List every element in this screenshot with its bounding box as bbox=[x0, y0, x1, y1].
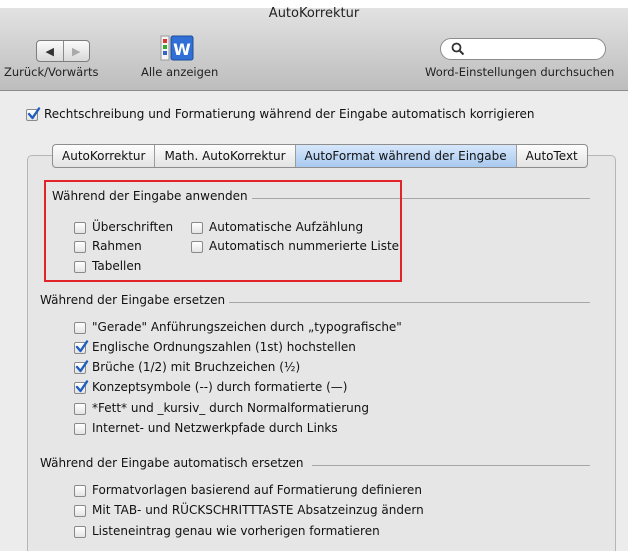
option-ordnungszahlen[interactable]: Englische Ordnungszahlen (1st) hochstell… bbox=[74, 339, 356, 354]
tab-autokorrektur[interactable]: AutoKorrektur bbox=[53, 145, 156, 167]
option-tab-einzug[interactable]: Mit TAB- und RÜCKSCHRITTTASTE Absatzeinz… bbox=[74, 503, 424, 517]
show-all-label[interactable]: Alle anzeigen bbox=[141, 65, 218, 79]
option-konzeptsymbole[interactable]: Konzeptsymbole (--) durch formatierte (—… bbox=[74, 379, 348, 394]
option-anfuehrungszeichen[interactable]: "Gerade" Anführungszeichen durch „typogr… bbox=[74, 320, 402, 334]
section-divider bbox=[229, 302, 590, 303]
checkbox[interactable] bbox=[74, 321, 86, 334]
preferences-window: AutoKorrektur ◀ ▶ Zurück/Vorwärts W Alle… bbox=[0, 0, 628, 551]
checkbox[interactable] bbox=[74, 402, 86, 415]
option-label: Internet- und Netzwerkpfade durch Links bbox=[92, 421, 338, 435]
section-divider bbox=[312, 465, 590, 466]
checkmark-icon bbox=[75, 379, 89, 392]
tab-math-autokorrektur[interactable]: Math. AutoKorrektur bbox=[155, 145, 296, 167]
checkbox[interactable] bbox=[74, 379, 89, 394]
back-forward-control[interactable]: ◀ ▶ bbox=[36, 40, 90, 62]
back-button[interactable]: ◀ bbox=[37, 41, 63, 61]
back-forward-label: Zurück/Vorwärts bbox=[4, 65, 99, 79]
forward-button[interactable]: ▶ bbox=[62, 41, 90, 61]
option-fett-kursiv[interactable]: *Fett* und _kursiv_ durch Normalformatie… bbox=[74, 401, 369, 415]
checkmark-icon bbox=[75, 339, 89, 352]
window-title: AutoKorrektur bbox=[268, 6, 360, 21]
option-label: Formatvorlagen basierend auf Formatierun… bbox=[92, 483, 422, 497]
option-label: "Gerade" Anführungszeichen durch „typogr… bbox=[92, 320, 402, 334]
option-label: Mit TAB- und RÜCKSCHRITTTASTE Absatzeinz… bbox=[92, 503, 424, 517]
search-icon bbox=[451, 42, 465, 56]
section-title-replace: Während der Eingabe ersetzen bbox=[40, 293, 226, 307]
title-toolbar: AutoKorrektur ◀ ▶ Zurück/Vorwärts W Alle… bbox=[0, 0, 628, 91]
search-label: Word-Einstellungen durchsuchen bbox=[425, 65, 615, 79]
option-internet-pfade[interactable]: Internet- und Netzwerkpfade durch Links bbox=[74, 421, 338, 435]
option-label: Englische Ordnungszahlen (1st) hochstell… bbox=[92, 340, 356, 354]
chevron-right-icon: ▶ bbox=[72, 44, 81, 58]
word-show-all-icon[interactable]: W bbox=[160, 34, 194, 62]
option-label: *Fett* und _kursiv_ durch Normalformatie… bbox=[92, 401, 369, 415]
search-input[interactable] bbox=[440, 38, 606, 60]
checkmark-icon bbox=[75, 359, 89, 372]
section-title-auto: Während der Eingabe automatisch ersetzen bbox=[40, 456, 304, 470]
checkbox[interactable] bbox=[74, 422, 86, 435]
svg-text:W: W bbox=[173, 40, 191, 59]
main-autocorrect-checkbox[interactable] bbox=[26, 106, 41, 121]
option-brueche[interactable]: Brüche (1/2) mit Bruchzeichen (½) bbox=[74, 359, 301, 374]
tab-autotext[interactable]: AutoText bbox=[517, 145, 587, 167]
option-label: Listeneintrag genau wie vorherigen forma… bbox=[92, 524, 380, 538]
chevron-left-icon: ◀ bbox=[45, 44, 54, 58]
option-label: Brüche (1/2) mit Bruchzeichen (½) bbox=[92, 360, 301, 374]
main-autocorrect-option[interactable]: Rechtschreibung und Formatierung während… bbox=[26, 106, 535, 121]
checkbox[interactable] bbox=[74, 339, 89, 354]
checkbox[interactable] bbox=[74, 525, 86, 538]
option-label: Konzeptsymbole (--) durch formatierte (—… bbox=[92, 380, 348, 394]
tab-bar: AutoKorrektur Math. AutoKorrektur AutoFo… bbox=[52, 144, 588, 168]
option-listeneintrag[interactable]: Listeneintrag genau wie vorherigen forma… bbox=[74, 524, 380, 538]
option-formatvorlagen[interactable]: Formatvorlagen basierend auf Formatierun… bbox=[74, 483, 422, 497]
main-autocorrect-label: Rechtschreibung und Formatierung während… bbox=[44, 107, 535, 121]
tab-autoformat[interactable]: AutoFormat während der Eingabe bbox=[295, 145, 517, 167]
checkbox[interactable] bbox=[74, 359, 89, 374]
checkmark-icon bbox=[27, 106, 41, 119]
highlight-box bbox=[44, 180, 402, 282]
checkbox[interactable] bbox=[74, 484, 86, 497]
checkbox[interactable] bbox=[74, 504, 86, 517]
